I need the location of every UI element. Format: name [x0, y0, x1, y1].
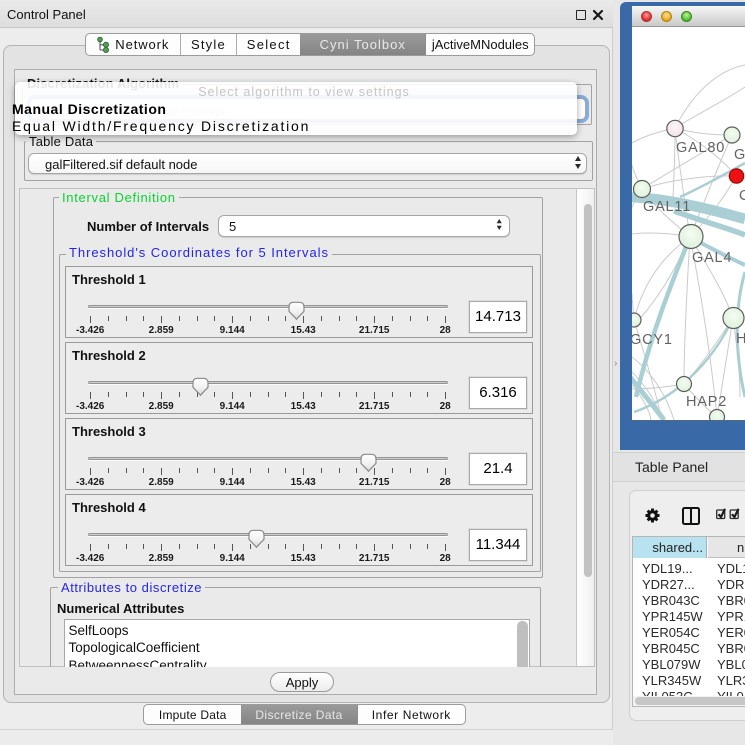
svg-text:H: H	[736, 331, 745, 347]
svg-text:GCY1: GCY1	[632, 332, 673, 348]
svg-text:GA: GA	[734, 147, 745, 163]
svg-text:GAL80: GAL80	[676, 140, 725, 156]
svg-text:GAL4: GAL4	[692, 250, 732, 266]
svg-text:HAP2: HAP2	[686, 394, 727, 410]
svg-text:GAL11: GAL11	[643, 199, 691, 215]
svg-text:C: C	[739, 188, 745, 204]
